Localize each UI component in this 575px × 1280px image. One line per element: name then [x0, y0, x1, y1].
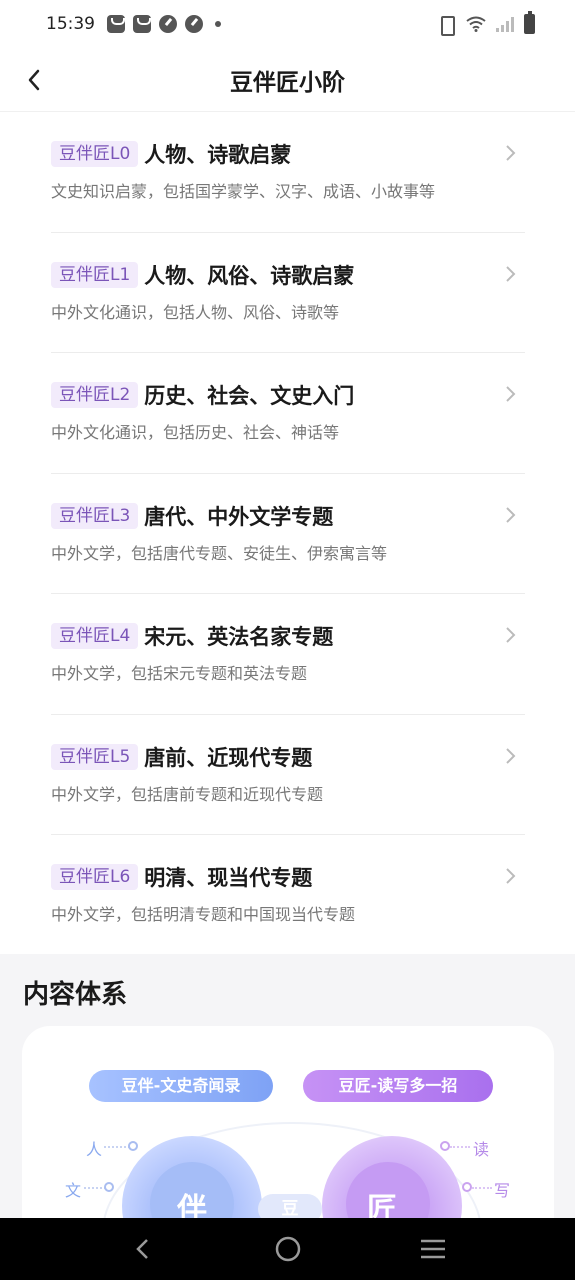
menu-lines-icon — [420, 1239, 445, 1259]
speedometer-icon — [185, 15, 203, 33]
chevron-right-icon — [506, 265, 516, 282]
back-triangle-icon — [135, 1239, 148, 1259]
system-back-button[interactable] — [123, 1229, 163, 1269]
level-title: 历史、社会、文史入门 — [144, 384, 355, 408]
level-item-l3[interactable]: 豆伴匠L3 唐代、中外文学专题 中外文学，包括唐代专题、安徒生、伊索寓言等 — [51, 474, 525, 594]
level-desc: 中外文化通识，包括人物、风俗、诗歌等 — [51, 302, 340, 322]
wifi-icon — [466, 16, 486, 32]
shopping-bag-icon — [133, 15, 151, 33]
status-bar: 15:39 — [0, 0, 575, 48]
level-tag: 豆伴匠L6 — [51, 864, 139, 890]
chevron-right-icon — [506, 386, 516, 402]
pill-douban: 豆伴-文史奇闻录 — [89, 1070, 273, 1102]
pill-doujiang: 豆匠-读写多一招 — [303, 1070, 493, 1102]
label-ren: 人 — [86, 1140, 103, 1159]
system-home-button[interactable] — [268, 1229, 308, 1269]
chevron-right-icon — [506, 868, 516, 884]
system-status-icons — [436, 11, 535, 36]
level-title: 人物、风俗、诗歌启蒙 — [144, 263, 355, 288]
level-tag: 豆伴匠L0 — [51, 141, 139, 167]
level-desc: 中外文学，包括唐代专题、安徒生、伊索寓言等 — [51, 543, 388, 563]
ring-dot — [462, 1182, 472, 1192]
label-du: 读 — [473, 1140, 490, 1159]
level-desc: 文史知识启蒙，包括国学蒙学、汉字、成语、小故事等 — [51, 182, 436, 201]
nav-bar: 豆伴匠小阶 — [0, 48, 575, 112]
level-desc: 中外文学，包括宋元专题和英法专题 — [51, 664, 308, 683]
label-xie: 写 — [494, 1181, 511, 1200]
dotted-line — [104, 1146, 130, 1148]
dotted-line — [450, 1146, 470, 1148]
level-list: 豆伴匠L0 人物、诗歌启蒙 文史知识启蒙，包括国学蒙学、汉字、成语、小故事等 豆… — [0, 112, 575, 956]
chevron-right-icon — [506, 747, 516, 764]
speedometer-icon — [159, 15, 177, 33]
status-time: 15:39 — [46, 14, 95, 34]
vibrate-icon — [436, 16, 456, 36]
level-title: 唐前、近现代专题 — [144, 745, 313, 770]
page-title: 豆伴匠小阶 — [230, 69, 345, 96]
system-recents-button[interactable] — [413, 1229, 453, 1269]
dotted-line — [472, 1187, 492, 1189]
level-item-l4[interactable]: 豆伴匠L4 宋元、英法名家专题 中外文学，包括宋元专题和英法专题 — [51, 594, 525, 715]
ring-dot — [440, 1141, 450, 1151]
dotted-line — [84, 1187, 106, 1189]
shopping-bag-icon — [107, 15, 125, 33]
chevron-right-icon — [506, 506, 516, 523]
ring-dot — [104, 1182, 114, 1192]
notification-icons — [107, 15, 221, 33]
level-tag: 豆伴匠L4 — [51, 623, 139, 649]
level-tag: 豆伴匠L1 — [51, 261, 139, 288]
level-item-l5[interactable]: 豆伴匠L5 唐前、近现代专题 中外文学，包括唐前专题和近现代专题 — [51, 715, 525, 835]
level-item-l0[interactable]: 豆伴匠L0 人物、诗歌启蒙 文史知识启蒙，包括国学蒙学、汉字、成语、小故事等 — [51, 112, 525, 233]
chevron-right-icon — [506, 627, 516, 643]
more-notifications-dot-icon — [215, 21, 221, 27]
level-item-l2[interactable]: 豆伴匠L2 历史、社会、文史入门 中外文化通识，包括历史、社会、神话等 — [51, 353, 525, 474]
level-desc: 中外文学，包括唐前专题和近现代专题 — [51, 784, 324, 804]
ring-dot — [128, 1141, 138, 1151]
section-title: 内容体系 — [23, 980, 128, 1010]
level-title: 唐代、中外文学专题 — [144, 504, 334, 529]
level-item-l1[interactable]: 豆伴匠L1 人物、风俗、诗歌启蒙 中外文化通识，包括人物、风俗、诗歌等 — [51, 233, 525, 353]
content-system-section: 内容体系 豆伴-文史奇闻录 豆匠-读写多一招 人 文 读 写 伴 匠 豆 — [0, 954, 575, 1280]
back-button[interactable] — [18, 64, 50, 96]
label-wen: 文 — [65, 1181, 82, 1200]
battery-icon — [524, 11, 535, 34]
level-title: 明清、现当代专题 — [144, 866, 313, 890]
level-item-l6[interactable]: 豆伴匠L6 明清、现当代专题 中外文学，包括明清专题和中国现当代专题 — [51, 835, 525, 956]
level-tag: 豆伴匠L3 — [51, 502, 139, 529]
level-title: 人物、诗歌启蒙 — [144, 143, 292, 167]
level-title: 宋元、英法名家专题 — [144, 625, 334, 649]
center-char: 豆 — [281, 1199, 299, 1219]
level-tag: 豆伴匠L2 — [51, 382, 139, 408]
level-desc: 中外文化通识，包括历史、社会、神话等 — [51, 423, 340, 442]
home-circle-icon — [275, 1236, 300, 1262]
level-desc: 中外文学，包括明清专题和中国现当代专题 — [51, 905, 356, 924]
back-arrow-icon — [28, 69, 40, 91]
chevron-right-icon — [506, 145, 516, 161]
signal-icon — [496, 16, 514, 32]
system-navigation-bar — [0, 1218, 575, 1280]
level-tag: 豆伴匠L5 — [51, 743, 139, 770]
